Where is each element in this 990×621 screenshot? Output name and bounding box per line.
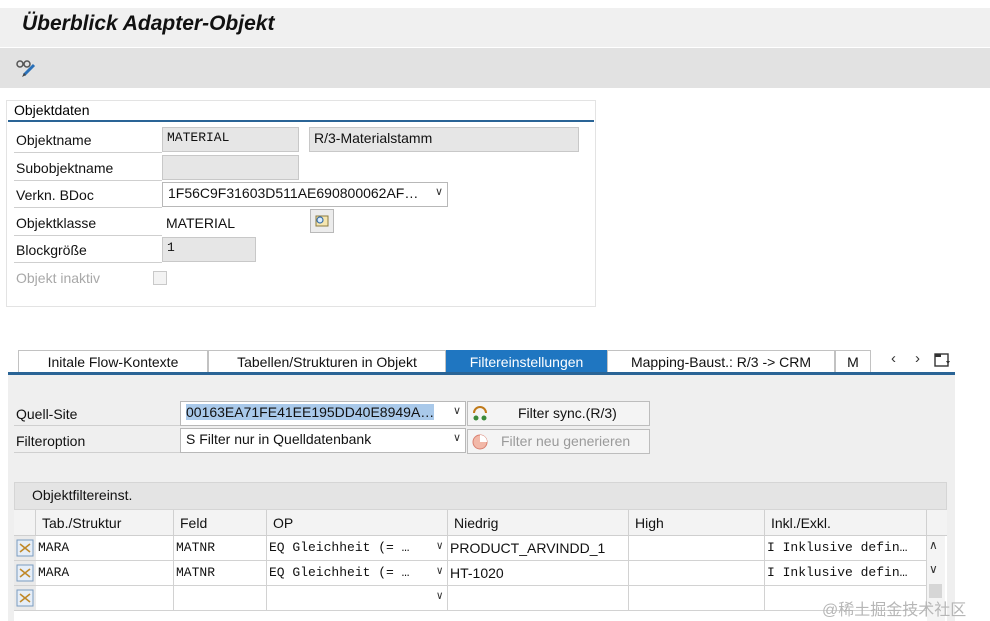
row-selector-header[interactable] [14, 510, 36, 536]
filter-neu-generieren-button: Filter neu generieren [467, 429, 650, 454]
filteroption-value: S Filter nur in Quelldatenbank [186, 431, 372, 447]
chevron-up-icon[interactable]: ∧ [929, 538, 938, 552]
objektfilter-table-title: Objektfiltereinst. [32, 487, 133, 503]
row-marker-icon [16, 539, 34, 557]
filter-neu-generieren-label: Filter neu generieren [501, 433, 631, 449]
table-cell[interactable]: MATNR [174, 561, 267, 586]
filter-sync-button[interactable]: Filter sync.(R/3) [467, 401, 650, 426]
chevron-down-icon: ∨ [436, 541, 443, 553]
column-header[interactable]: Inkl./Exkl. [765, 510, 927, 536]
label-underline [14, 452, 180, 453]
table-cell[interactable]: MATNR [174, 536, 267, 561]
objektklasse-details-button[interactable] [310, 209, 334, 233]
tab-initale-flow-kontexte[interactable]: Initale Flow-Kontexte [18, 350, 208, 372]
column-header[interactable]: Feld [174, 510, 267, 536]
chevron-left-icon[interactable]: ‹ [891, 350, 896, 367]
chevron-down-icon: ∨ [452, 405, 461, 417]
label-underline [14, 262, 162, 263]
table-cell[interactable] [36, 586, 174, 611]
table-cell[interactable] [174, 586, 267, 611]
op-value: EQ Gleichheit (= … [269, 565, 410, 580]
quell-site-dropdown[interactable]: 00163EA71FE41EE195DD40E8949A… ∨ [180, 401, 466, 426]
row-selector[interactable] [14, 561, 38, 586]
sync-icon [471, 405, 489, 423]
table-cell[interactable]: I Inklusive defin… [765, 561, 927, 586]
application-toolbar [0, 48, 990, 88]
table-cell[interactable] [629, 561, 765, 586]
objekt-inaktiv-label: Objekt inaktiv [16, 270, 101, 286]
table-cell[interactable] [448, 586, 629, 611]
objektname-description: R/3-Materialstamm [309, 127, 579, 152]
table-cell[interactable]: MARA [36, 536, 174, 561]
table-cell-dropdown[interactable]: EQ Gleichheit (= … ∨ [267, 561, 448, 586]
objektklasse-label: Objektklasse [16, 215, 97, 231]
row-marker-icon [16, 589, 34, 607]
column-header[interactable]: OP [267, 510, 448, 536]
label-underline [14, 152, 162, 153]
column-header[interactable]: Tab./Struktur [36, 510, 174, 536]
verkn-bdoc-value: 1F56C9F31603D511AE690800062AF… [168, 185, 419, 201]
chevron-down-icon: ∨ [452, 432, 461, 444]
quell-site-value: 00163EA71FE41EE195DD40E8949A… [186, 404, 435, 420]
chevron-right-icon[interactable]: › [915, 350, 920, 367]
table-cell-dropdown[interactable]: ∨ [267, 586, 448, 611]
column-header[interactable]: High [629, 510, 765, 536]
tab-tabellen-strukturen[interactable]: Tabellen/Strukturen in Objekt [208, 350, 446, 372]
row-marker-icon [16, 564, 34, 582]
table-cell[interactable]: MARA [36, 561, 174, 586]
label-underline [14, 235, 162, 236]
table-cell-dropdown[interactable]: EQ Gleichheit (= … ∨ [267, 536, 448, 561]
quell-site-label: Quell-Site [16, 406, 78, 422]
chevron-down-icon: ∨ [436, 591, 443, 603]
table-cell[interactable]: I Inklusive defin… [765, 536, 927, 561]
row-selector[interactable] [14, 586, 38, 611]
table-cell[interactable]: HT-1020 [448, 561, 629, 586]
tab-filtereinstellungen[interactable]: Filtereinstellungen [446, 350, 607, 372]
tab-more[interactable]: M [835, 350, 871, 372]
filteroption-dropdown[interactable]: S Filter nur in Quelldatenbank ∨ [180, 428, 466, 453]
op-value: EQ Gleichheit (= … [269, 540, 410, 555]
objektdaten-title: Objektdaten [14, 102, 90, 118]
filter-sync-label: Filter sync.(R/3) [518, 405, 617, 421]
chevron-down-icon[interactable]: ∨ [929, 562, 938, 576]
objektname-label: Objektname [16, 132, 92, 148]
table-settings-corner[interactable] [927, 510, 947, 536]
objektfilter-table-title-bar: Objektfiltereinst. [14, 482, 947, 510]
label-underline [14, 425, 180, 426]
subobjektname-label: Subobjektname [16, 160, 114, 176]
verkn-bdoc-label: Verkn. BDoc [16, 187, 94, 203]
blockgroesse-label: Blockgröße [16, 242, 87, 258]
verkn-bdoc-dropdown[interactable]: 1F56C9F31603D511AE690800062AF… ∨ [162, 182, 448, 207]
label-underline [14, 180, 162, 181]
row-selector[interactable] [14, 536, 38, 561]
label-underline [14, 207, 162, 208]
objekt-inaktiv-checkbox [153, 271, 167, 285]
column-header[interactable]: Niedrig [448, 510, 629, 536]
chevron-down-icon: ∨ [436, 566, 443, 578]
page-title: Überblick Adapter-Objekt [22, 12, 275, 35]
table-cell[interactable]: PRODUCT_ARVINDD_1 [448, 536, 629, 561]
objektname-field: MATERIAL [162, 127, 299, 152]
filteroption-label: Filteroption [16, 433, 86, 449]
watermark: @稀土掘金技术社区 [822, 602, 967, 619]
chevron-down-icon: ∨ [434, 186, 443, 198]
blockgroesse-field: 1 [162, 237, 256, 262]
tab-mapping-baust[interactable]: Mapping-Baust.: R/3 -> CRM [607, 350, 835, 372]
objektklasse-value: MATERIAL [166, 215, 235, 231]
glasses-pencil-icon[interactable] [15, 56, 37, 78]
subobjektname-field [162, 155, 299, 180]
generate-icon [471, 433, 489, 451]
table-cell[interactable] [629, 536, 765, 561]
tab-list-icon[interactable] [934, 352, 952, 368]
table-cell[interactable] [629, 586, 765, 611]
magnifier-icon [315, 215, 329, 227]
section-divider [8, 120, 594, 122]
